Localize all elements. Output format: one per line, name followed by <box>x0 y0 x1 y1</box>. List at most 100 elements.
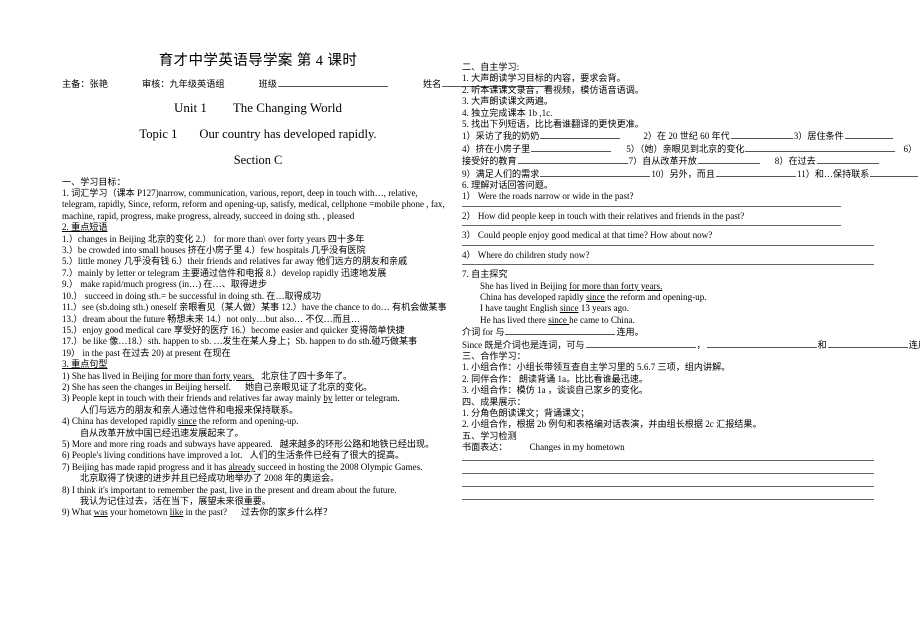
study-step: 3. 大声朗读课文两遍。 <box>462 96 553 107</box>
sentence-cn: 北京取得了快速的进步并且已经成功地举办了 2008 年的奥运会。 <box>80 473 340 484</box>
translate-blank[interactable] <box>844 130 893 140</box>
translate-blank[interactable] <box>517 155 628 165</box>
sentence-en: 5) More and more ring roads and subways … <box>62 438 273 449</box>
phrase-item: 3.）be crowded into small houses 挤在小房子里 4… <box>62 245 366 256</box>
explore-heading: 7. 自主探究 <box>462 269 508 280</box>
sentence-item: 5) More and more ring roads and subways … <box>62 439 454 450</box>
phrase-item: 10.） succeed in doing sth.= be successfu… <box>62 290 321 301</box>
sentence-item: 7) Beijing has made rapid progress and i… <box>62 462 454 473</box>
topic-heading: Topic 1 Our country has developed rapidly… <box>62 126 454 142</box>
study-step: 4. 独立完成课本 1b ,1c. <box>462 107 553 118</box>
sentence-cn: 北京住了四十多年了。 <box>261 370 353 381</box>
translate-blank[interactable] <box>531 143 612 152</box>
translate-blank[interactable] <box>715 168 796 177</box>
rule-for-blank[interactable] <box>505 326 616 336</box>
translate-blank[interactable] <box>870 168 919 177</box>
translate-item: 8）在过去 <box>774 156 816 167</box>
answer-line[interactable] <box>462 264 874 266</box>
writing-line[interactable] <box>462 472 874 474</box>
example-underline: since <box>559 303 579 314</box>
writing-label: 书面表达： <box>462 442 508 453</box>
writing-task: 书面表达： Changes in my hometown <box>462 442 874 453</box>
translate-blank[interactable] <box>745 143 896 152</box>
coop-item: 3. 小组合作：模仿 1a ，谈谈自己家乡的变化。 <box>462 385 648 396</box>
translate-blank[interactable] <box>697 155 760 165</box>
phrase-item: 17.）be like 像…18.）sth. happen to sb. …发生… <box>62 336 418 347</box>
document-title: 育才中学英语导学案 第 4 课时 <box>158 53 358 69</box>
translate-item: 2）在 20 世纪 60 年代 <box>643 131 730 142</box>
prepared-label: 主备： <box>62 78 90 89</box>
sentences-heading: 3. 重点句型 <box>62 359 454 370</box>
sentence-en: 6) People's living conditions have impro… <box>62 450 243 461</box>
study-step: 1. 大声朗读学习目标的内容，要求会背。 <box>462 73 626 84</box>
study-step: 2. 听本课课文录音，看视频，模仿语音语调。 <box>462 84 644 95</box>
vocabulary-block: 1. 词汇学习（课本 P127)narrow, communication, v… <box>62 188 454 222</box>
sentence-underline: already <box>228 461 256 472</box>
translate-item: 接受好的教育 <box>462 156 517 167</box>
writing-line[interactable] <box>462 485 874 487</box>
sentence-cn: 人们与远方的朋友和亲人通过信件和电报来保持联系。 <box>80 404 299 415</box>
right-column: 二、自主学习: 1. 大声朗读学习目标的内容，要求会背。 2. 听本课课文录音，… <box>462 0 920 512</box>
sentence-item: 9) What was your hometown like in the pa… <box>62 507 454 518</box>
rule-since: Since 既是介词也是连词，可与 ， 和 连用。 <box>462 339 920 351</box>
sentence-underline: by <box>323 393 333 404</box>
sentence-item: 6) People's living conditions have impro… <box>62 450 454 461</box>
sentence-cn: 越来越多的环形公路和地铁已经出现。 <box>279 438 435 449</box>
translate-item: 3）居住条件 <box>793 131 844 142</box>
translate-blank[interactable] <box>540 130 621 140</box>
translate-item: 7）自从改革开放 <box>628 156 697 167</box>
phrase-item: 15.）enjoy good medical care 享受好的医疗 16.）b… <box>62 324 405 335</box>
phrase-item: 11.）see (sb.doing sth.) oneself 亲眼看见（某人做… <box>62 302 447 313</box>
rule-since-blank[interactable] <box>706 339 817 348</box>
phrase-item: 7.）mainly by letter or telegram 主要通过信件和电… <box>62 267 387 278</box>
rule-since-prefix: Since 既是介词也是连词，可与 <box>462 339 585 350</box>
unit-heading: Unit 1 The Changing World <box>62 100 454 117</box>
rule-since-blank[interactable] <box>585 339 696 348</box>
show-item: 2. 小组合作，根据 2b 例句和表格编对话表演，并由组长根据 2c 汇报结果。 <box>462 419 762 430</box>
translate-row: 1）采访了我的奶奶 2）在 20 世纪 60 年代 3）居住条件 <box>462 130 893 142</box>
sentence-cn: 她自己亲眼见证了北京的变化。 <box>244 381 373 392</box>
translate-blank[interactable] <box>816 155 879 165</box>
question-item: 3） Could people enjoy good medical at th… <box>462 230 713 241</box>
questions-heading: 6. 理解对话回答问题。 <box>462 180 553 191</box>
writing-topic: Changes in my hometown <box>529 442 625 453</box>
answer-line[interactable] <box>462 205 842 207</box>
sentence-underline: was <box>93 507 108 518</box>
sentence-en: 4) China has developed rapidly since the… <box>62 416 299 427</box>
rule-for: 介词 for 与 连用。 <box>462 326 874 338</box>
reviewed-by: 九年级英语组 <box>169 78 225 89</box>
sentence-item: 8) I think it's important to remember th… <box>62 484 397 495</box>
answer-line[interactable] <box>462 225 842 227</box>
rule-since-blank[interactable] <box>827 339 908 348</box>
sentence-item: 4) China has developed rapidly since the… <box>62 416 454 427</box>
answer-line[interactable] <box>462 244 874 246</box>
example-sentence: She has lived in Beijing for more than f… <box>480 280 663 291</box>
phrases-heading: 2. 重点短语 <box>62 222 454 233</box>
unit-label: Unit 1 <box>173 100 207 116</box>
sentence-cn: 过去你的家乡什么样？ <box>241 507 332 518</box>
sentence-en: 2) She has seen the changes in Beijing h… <box>62 381 231 392</box>
sentence-item: 3) People kept in touch with their frien… <box>62 393 454 404</box>
translate-item: 9）满足人们的需求 <box>462 168 540 179</box>
sentence-cn: 我认为记住过去，活在当下，展望未来很重要。 <box>80 496 271 507</box>
translate-blank[interactable] <box>730 130 793 140</box>
translate-blank[interactable] <box>540 168 651 177</box>
sentence-item: 1) She has lived in Beijing for more tha… <box>62 371 454 382</box>
writing-lines <box>462 459 874 500</box>
sentence-underline-2: like <box>169 507 184 518</box>
rule-for-prefix: 介词 for 与 <box>462 327 505 338</box>
class-blank[interactable] <box>278 78 388 87</box>
rule-since-sep1: ， <box>696 339 706 350</box>
example-sentence: China has developed rapidly since the re… <box>480 291 707 302</box>
sentence-underline: for more than forty years. <box>161 370 255 381</box>
writing-line[interactable] <box>462 459 874 461</box>
phrase-item: 5.）little money 几乎没有钱 6.）their friends a… <box>62 256 408 267</box>
right-section3-title: 三、合作学习： <box>462 350 526 361</box>
sentences-heading-text: 3. 重点句型 <box>62 359 108 370</box>
phrase-item: 1.）changes in Beijing 北京的变化 2.） for more… <box>62 233 365 244</box>
writing-line[interactable] <box>462 498 874 500</box>
example-underline: for more than forty years. <box>569 280 663 291</box>
vocabulary-heading: 1. 词汇学习（课本 P127) <box>62 188 159 199</box>
phrase-item: 19） in the past 在过去 20) at present 在现在 <box>62 347 231 358</box>
left-column: 育才中学英语导学案 第 4 课时 主备：张艳 审核：九年级英语组 班级 姓名 Unit… <box>62 0 553 519</box>
